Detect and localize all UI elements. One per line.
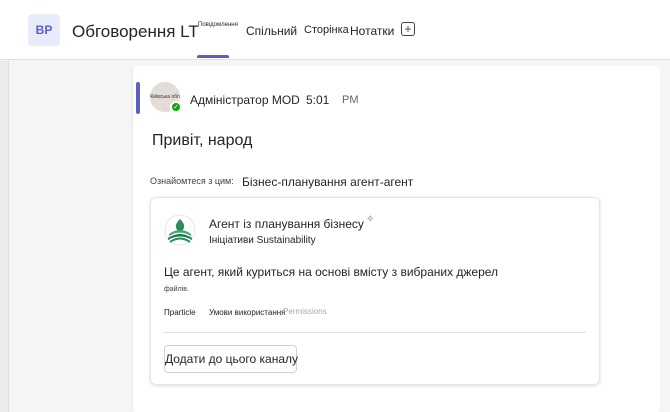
channel-header: BP Обговорення LT Повідомлення Спільний … bbox=[0, 0, 670, 60]
agent-logo-icon bbox=[164, 214, 196, 246]
presence-available-icon: ✓ bbox=[170, 101, 182, 113]
tab-posts[interactable]: Повідомлення bbox=[198, 22, 238, 28]
sparkle-icon: ✧ bbox=[366, 214, 375, 225]
active-tab-indicator bbox=[197, 55, 229, 58]
post-timestamp-ampm: PM bbox=[342, 94, 359, 106]
post-timestamp: 5:01 bbox=[306, 93, 330, 107]
agent-description: Це агент, який куриться на основі вмісту… bbox=[164, 265, 499, 279]
agent-card-title: Агент із планування бізнесу bbox=[209, 217, 364, 231]
post-accent-bar bbox=[136, 82, 140, 114]
channel-title: Обговорення LT bbox=[72, 22, 199, 41]
message-greeting: Привіт, народ bbox=[152, 132, 253, 149]
author-name[interactable]: Адміністратор MOD bbox=[190, 93, 300, 107]
tab-shared[interactable]: Спільний bbox=[246, 24, 297, 38]
add-tab-icon[interactable]: + bbox=[401, 22, 415, 36]
add-to-channel-button[interactable]: Додати до цього каналу bbox=[164, 345, 298, 373]
team-avatar[interactable]: BP bbox=[28, 14, 60, 46]
check-out-label: Ознайомтеся з цим: bbox=[150, 176, 234, 186]
agent-description-continued: файлів. bbox=[164, 286, 189, 293]
card-divider bbox=[164, 332, 586, 333]
terms-of-use-link[interactable]: Умови використання bbox=[209, 308, 285, 317]
agent-mention-link[interactable]: Бізнес-планування агент-агент bbox=[242, 175, 413, 189]
left-rail bbox=[0, 61, 9, 412]
agent-card-subtitle: Ініціативи Sustainability bbox=[209, 235, 316, 246]
tab-notes[interactable]: Нотатки bbox=[350, 24, 394, 38]
tab-page[interactable]: Сторінка bbox=[304, 24, 349, 36]
permissions-link[interactable]: Permissions bbox=[283, 307, 327, 316]
privacy-link[interactable]: Пparticle bbox=[164, 308, 196, 317]
